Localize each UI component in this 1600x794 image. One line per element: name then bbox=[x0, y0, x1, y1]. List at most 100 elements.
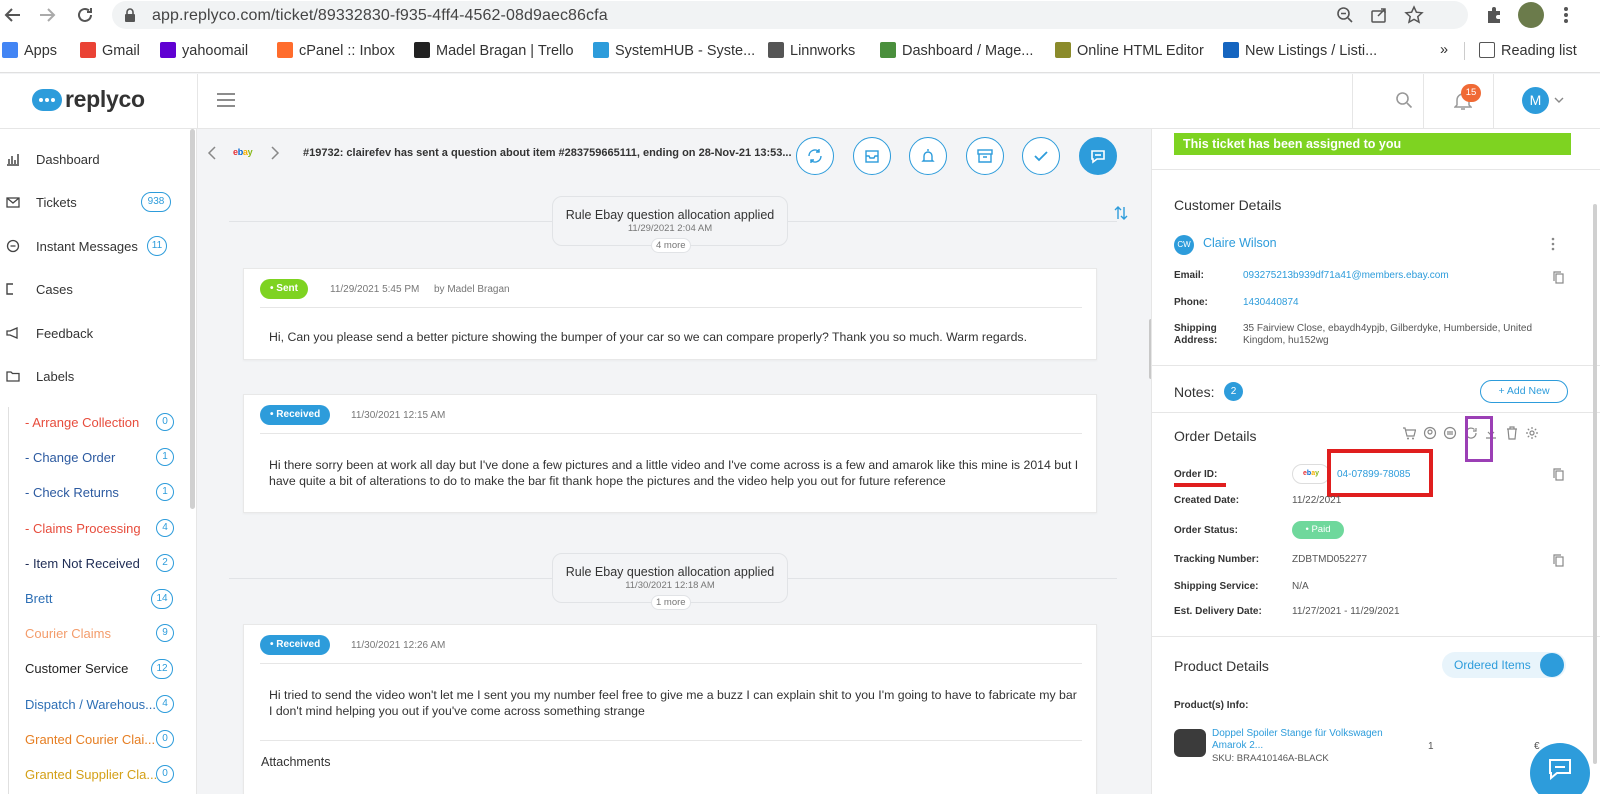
sidebar-item-dashboard[interactable]: Dashboard bbox=[0, 144, 190, 174]
archive-button[interactable] bbox=[965, 137, 1004, 175]
sort-arrows-icon[interactable] bbox=[1114, 205, 1128, 221]
sidebar-scrollbar[interactable] bbox=[190, 129, 195, 509]
count-badge: 14 bbox=[151, 589, 173, 609]
person-search-icon[interactable] bbox=[1423, 426, 1437, 440]
sidebar-item-cases[interactable]: Cases bbox=[0, 274, 190, 304]
bell-button[interactable] bbox=[909, 137, 947, 175]
chevron-down-icon[interactable] bbox=[1554, 97, 1564, 103]
forward-arrow-icon[interactable] bbox=[36, 4, 58, 26]
sidebar-item-label: Cases bbox=[36, 282, 73, 297]
search-icon[interactable] bbox=[1395, 91, 1413, 109]
product-name-link[interactable]: Doppel Spoiler Stange für Volkswagen Ama… bbox=[1212, 728, 1402, 752]
label-item[interactable]: - Check Returns bbox=[25, 485, 119, 500]
count-badge: 12 bbox=[151, 659, 173, 680]
reading-list[interactable]: Reading list bbox=[1479, 42, 1577, 59]
zoom-icon[interactable] bbox=[1336, 6, 1354, 24]
label-item[interactable]: - Arrange Collection bbox=[25, 415, 139, 430]
bookmark-label: Online HTML Editor bbox=[1077, 43, 1204, 59]
bookmark-item[interactable]: Apps bbox=[2, 42, 57, 59]
share-icon[interactable] bbox=[1370, 6, 1388, 24]
shipping-address-value: 35 Fairview Close, ebaydh4ypjb, Gilberdy… bbox=[1243, 323, 1533, 346]
copy-icon[interactable] bbox=[1553, 468, 1564, 481]
bookmark-item[interactable]: yahoomail bbox=[160, 42, 248, 59]
reply-chat-button[interactable] bbox=[1078, 137, 1117, 175]
more-events-link[interactable]: 1 more bbox=[651, 595, 691, 610]
product-thumbnail[interactable] bbox=[1174, 729, 1206, 757]
copy-icon[interactable] bbox=[1553, 271, 1564, 284]
section-divider bbox=[1152, 169, 1600, 170]
label-item[interactable]: - Item Not Received bbox=[25, 556, 140, 571]
bookmarks-more[interactable]: » bbox=[1440, 42, 1448, 58]
extensions-puzzle-icon[interactable] bbox=[1484, 5, 1504, 25]
html-editor-icon bbox=[1055, 42, 1071, 58]
add-note-button[interactable]: + Add New bbox=[1480, 380, 1568, 403]
cart-icon[interactable] bbox=[1402, 426, 1416, 440]
check-button[interactable] bbox=[1022, 137, 1060, 175]
label-item[interactable]: Customer Service bbox=[25, 661, 128, 676]
gmail-icon bbox=[80, 42, 96, 58]
profile-avatar[interactable] bbox=[1518, 2, 1544, 28]
live-chat-button[interactable] bbox=[1530, 743, 1590, 794]
sidebar-item-labels[interactable]: Labels bbox=[0, 361, 190, 391]
more-events-link[interactable]: 4 more bbox=[651, 238, 691, 253]
reload-icon[interactable] bbox=[74, 4, 96, 26]
sidebar-item-feedback[interactable]: Feedback bbox=[0, 318, 190, 348]
email-value[interactable]: 093275213b939df71a41@members.ebay.com bbox=[1243, 270, 1449, 282]
bookmark-item[interactable]: cPanel :: Inbox bbox=[277, 42, 395, 59]
mail-button[interactable] bbox=[852, 137, 891, 175]
system-event: Rule Ebay question allocation applied 11/… bbox=[552, 553, 788, 610]
sidebar-item-instant-messages[interactable]: Instant Messages 11 bbox=[0, 231, 190, 261]
bookmark-item[interactable]: New Listings / Listi... bbox=[1223, 42, 1377, 59]
customer-menu-icon[interactable] bbox=[1551, 237, 1555, 251]
bookmark-item[interactable]: Madel Bragan | Trello bbox=[414, 42, 574, 59]
section-divider bbox=[1152, 412, 1600, 413]
section-divider bbox=[1152, 365, 1600, 366]
refresh-button[interactable] bbox=[796, 137, 834, 175]
hamburger-menu-icon[interactable] bbox=[217, 93, 235, 107]
replyco-logo[interactable]: replyco bbox=[32, 86, 145, 113]
browser-menu-icon[interactable] bbox=[1563, 5, 1569, 25]
phone-value[interactable]: 1430440874 bbox=[1243, 297, 1299, 309]
chevron-right-icon[interactable] bbox=[270, 146, 280, 160]
listings-icon bbox=[1223, 42, 1239, 58]
label-item[interactable]: - Change Order bbox=[25, 450, 115, 465]
bookmark-label: cPanel :: Inbox bbox=[299, 43, 395, 59]
label-item[interactable]: Dispatch / Warehous... bbox=[25, 697, 156, 712]
bookmark-item[interactable]: Gmail bbox=[80, 42, 140, 59]
label-item[interactable]: Granted Courier Clai... bbox=[25, 732, 155, 747]
message-time: 11/30/2021 12:15 AM bbox=[351, 410, 446, 421]
bookmark-item[interactable]: SystemHUB - Syste... bbox=[593, 42, 755, 59]
labels-tree-line bbox=[8, 407, 9, 794]
cpanel-icon bbox=[277, 42, 293, 58]
customer-details-title: Customer Details bbox=[1174, 197, 1282, 213]
chevron-left-icon[interactable] bbox=[207, 146, 217, 160]
bookmark-star-icon[interactable] bbox=[1404, 5, 1424, 25]
ordered-items-toggle[interactable]: Ordered Items bbox=[1442, 652, 1566, 678]
header-divider-bell bbox=[1423, 74, 1424, 129]
customer-avatar: CW bbox=[1174, 235, 1194, 255]
bookmark-item[interactable]: Linnworks bbox=[768, 42, 855, 59]
message-card: • Received 11/30/2021 12:26 AM Hi tried to… bbox=[243, 624, 1097, 794]
customer-name-link[interactable]: Claire Wilson bbox=[1203, 236, 1277, 250]
details-scrollbar[interactable] bbox=[1593, 204, 1597, 764]
label-item[interactable]: Courier Claims bbox=[25, 626, 111, 641]
sidebar-item-tickets[interactable]: Tickets 938 bbox=[0, 187, 190, 217]
bookmark-item[interactable]: Online HTML Editor bbox=[1055, 42, 1204, 59]
label-item[interactable]: - Claims Processing bbox=[25, 521, 141, 536]
envelope-icon bbox=[6, 195, 20, 209]
bookmark-item[interactable]: Dashboard / Mage... bbox=[880, 42, 1033, 59]
label-item[interactable]: Granted Supplier Cla... bbox=[25, 767, 157, 782]
notes-count-badge[interactable]: 2 bbox=[1224, 382, 1243, 401]
settings-icon[interactable] bbox=[1525, 426, 1539, 440]
bar-chart-icon bbox=[6, 152, 20, 166]
trash-icon[interactable] bbox=[1505, 426, 1519, 440]
apps-grid-icon bbox=[2, 42, 18, 58]
label-item[interactable]: Brett bbox=[25, 591, 52, 606]
exchange-icon[interactable] bbox=[1443, 426, 1457, 440]
count-badge: 0 bbox=[156, 413, 174, 431]
copy-icon[interactable] bbox=[1553, 554, 1564, 567]
address-bar[interactable]: app.replyco.com/ticket/89332830-f935-4ff… bbox=[112, 1, 1468, 29]
count-badge: 938 bbox=[141, 192, 171, 212]
user-avatar[interactable]: M bbox=[1522, 87, 1549, 114]
back-arrow-icon[interactable] bbox=[2, 4, 24, 26]
